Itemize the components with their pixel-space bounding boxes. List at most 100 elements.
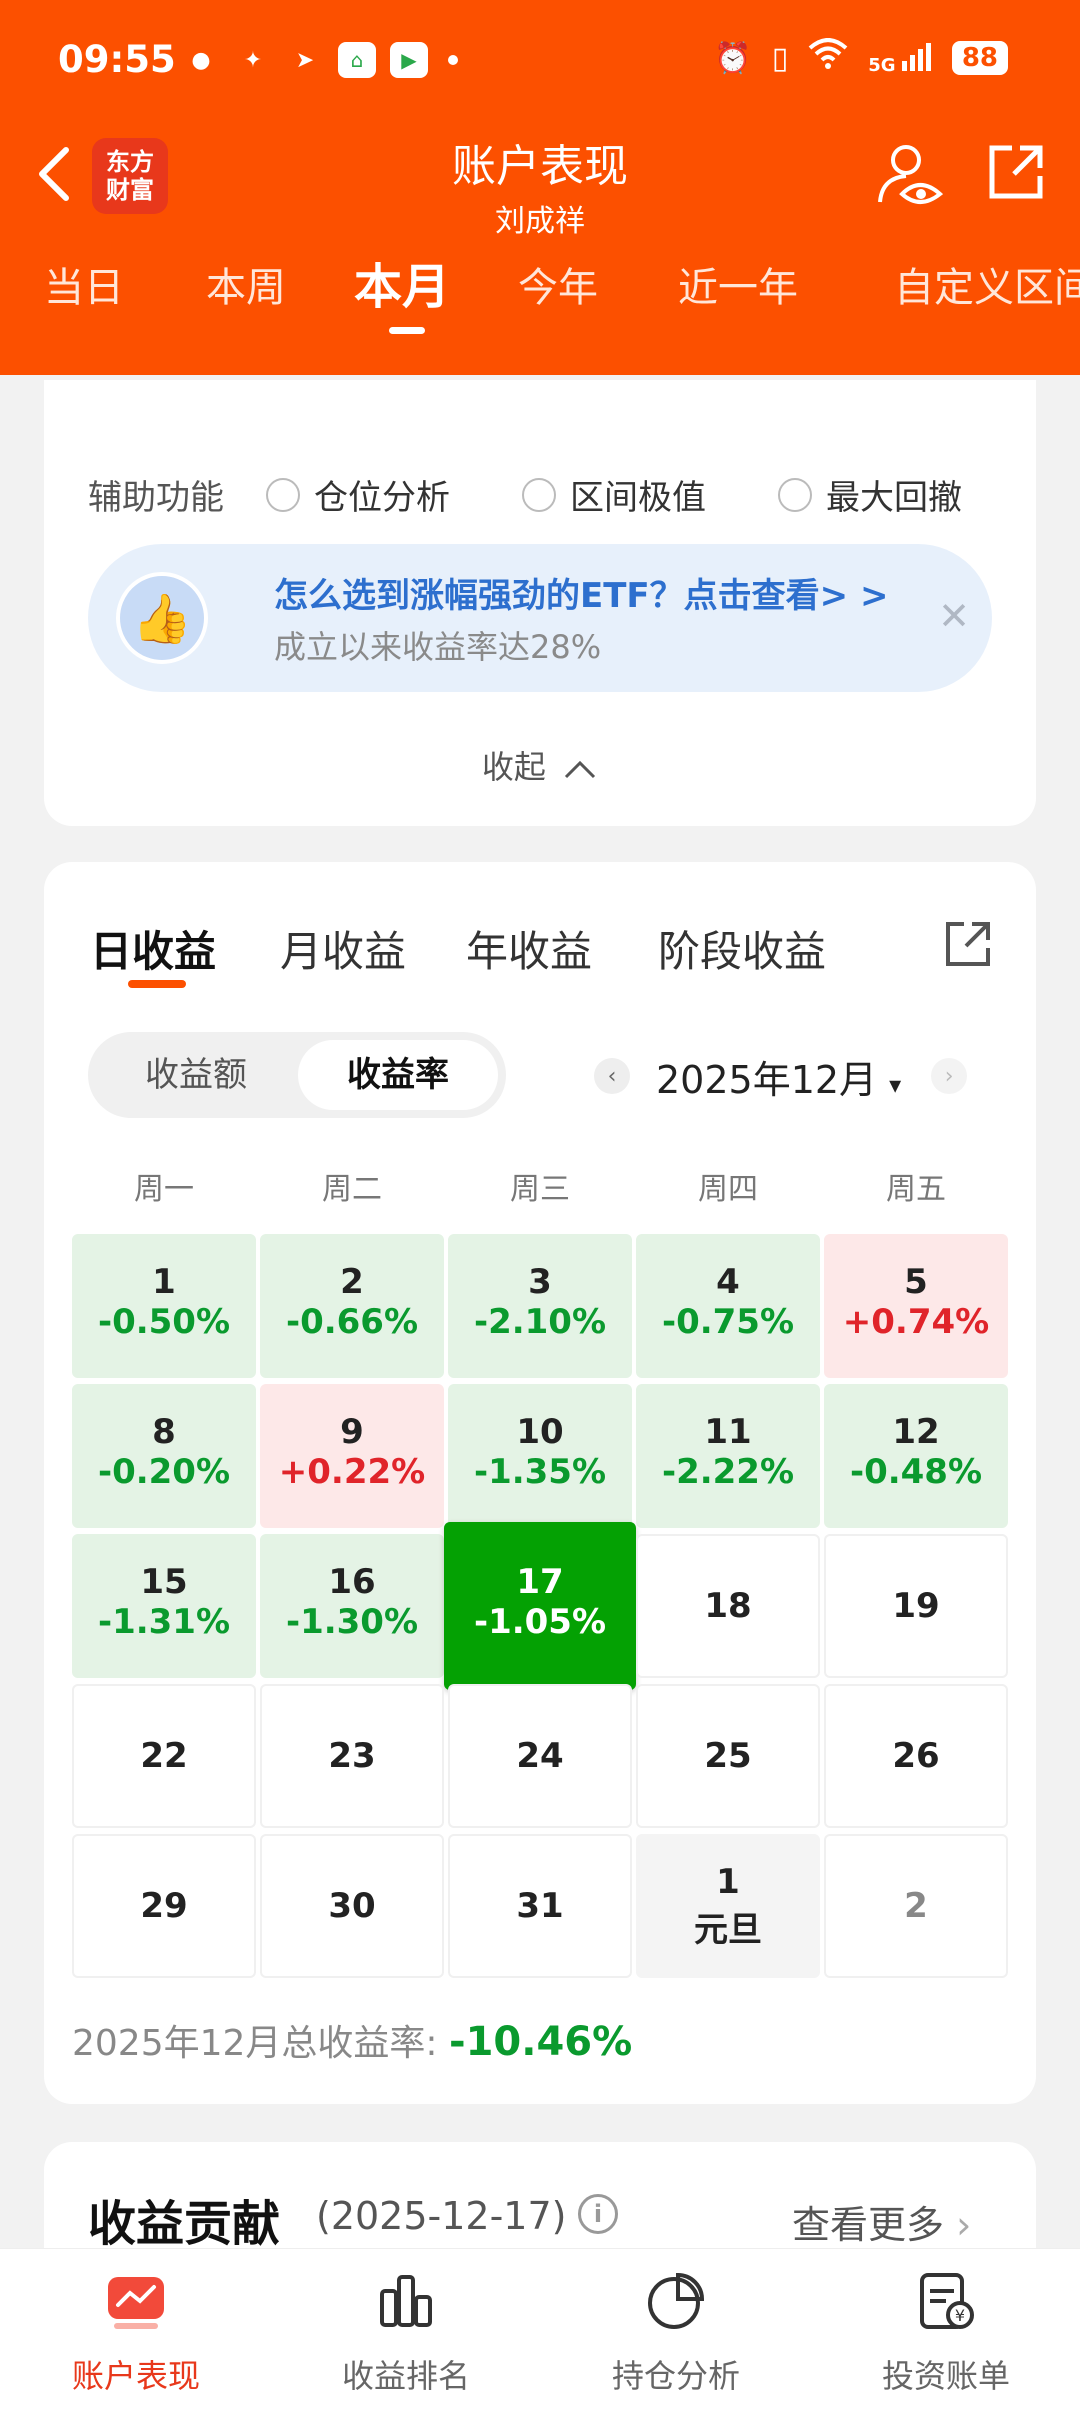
income-card: 日收益 月收益 年收益 阶段收益 收益额 收益率 ‹ 2025年12月 ▾ › …: [44, 862, 1036, 2104]
day-number: 23: [328, 1736, 376, 1776]
radio-range-extremes[interactable]: 区间极值: [522, 470, 706, 519]
collapse-button[interactable]: 收起: [44, 742, 1036, 788]
nav-holdings-analysis[interactable]: 持仓分析: [566, 2269, 786, 2397]
calendar-day[interactable]: 26: [824, 1684, 1008, 1828]
calendar-day[interactable]: 19: [824, 1534, 1008, 1678]
signal-icon: 5G: [868, 41, 932, 76]
weekday-label: 周四: [698, 1172, 758, 1207]
radio-label: 最大回撤: [826, 478, 962, 518]
view-more-label: 查看更多: [792, 2203, 945, 2247]
share-icon[interactable]: [984, 140, 1048, 204]
weekday-label: 周三: [510, 1172, 570, 1207]
calendar-day[interactable]: 31: [448, 1834, 632, 1978]
tab-custom-range[interactable]: 自定义区间: [894, 255, 1080, 313]
day-number: 11: [704, 1412, 752, 1452]
day-number: 24: [516, 1736, 564, 1776]
calendar-day[interactable]: 11 -2.22%: [636, 1384, 820, 1528]
day-return: -2.22%: [661, 1452, 795, 1492]
calendar-day[interactable]: 25: [636, 1684, 820, 1828]
day-number: 4: [716, 1262, 740, 1302]
day-number: 10: [516, 1412, 564, 1452]
etf-promo-banner[interactable]: 👍 怎么选到涨幅强劲的ETF？点击查看> > 成立以来收益率达28% ✕: [88, 544, 992, 692]
day-return: -0.20%: [97, 1452, 231, 1492]
day-number: 30: [328, 1886, 376, 1926]
next-month-button[interactable]: ›: [931, 1058, 968, 1094]
nav-investment-bill[interactable]: ¥ 投资账单: [836, 2269, 1056, 2397]
calendar-day[interactable]: 23: [260, 1684, 444, 1828]
tab-yearly-income[interactable]: 年收益: [466, 918, 592, 979]
nav-income-ranking[interactable]: 收益排名: [296, 2269, 516, 2397]
calendar-day[interactable]: 10 -1.35%: [448, 1384, 632, 1528]
tab-last-year[interactable]: 近一年: [678, 255, 798, 313]
radio-max-drawdown[interactable]: 最大回撤: [778, 470, 962, 519]
day-number: 19: [892, 1586, 940, 1626]
calendar-day[interactable]: 2: [824, 1834, 1008, 1978]
day-number: 2: [904, 1886, 928, 1926]
value-type-toggle: 收益额 收益率: [88, 1032, 506, 1118]
calendar-day[interactable]: 30: [260, 1834, 444, 1978]
day-number: 25: [704, 1736, 752, 1776]
tab-this-week[interactable]: 本周: [206, 255, 286, 313]
weekday-label: 周一: [134, 1172, 194, 1207]
aux-functions: 辅助功能 仓位分析 区间极值 最大回撤: [88, 470, 1034, 519]
promo-title: 怎么选到涨幅强劲的ETF？点击查看> >: [274, 576, 889, 616]
radio-position-analysis[interactable]: 仓位分析: [266, 470, 450, 519]
calendar-day[interactable]: 8 -0.20%: [72, 1384, 256, 1528]
tab-this-month[interactable]: 本月: [354, 247, 450, 317]
status-bar: 09:55 ● ✦ ➤ ⌂ ▶ ⏰ ▯ 5G 88: [0, 30, 1080, 94]
aux-label: 辅助功能: [88, 478, 224, 518]
radio-circle: [522, 477, 556, 512]
telegram-icon: ➤: [295, 47, 315, 73]
toggle-rate[interactable]: 收益率: [298, 1040, 498, 1110]
day-return: -1.05%: [473, 1602, 607, 1642]
app-icon: ✦: [243, 47, 263, 73]
privacy-eye-icon[interactable]: [874, 140, 944, 210]
radio-label: 区间极值: [570, 478, 706, 518]
wechat-icon: ●: [191, 47, 211, 73]
calendar-day[interactable]: 16 -1.30%: [260, 1534, 444, 1678]
calendar-day[interactable]: 2 -0.66%: [260, 1234, 444, 1378]
calendar-day[interactable]: 5 +0.74%: [824, 1234, 1008, 1378]
day-number: 9: [340, 1412, 364, 1452]
day-return: -0.48%: [849, 1452, 983, 1492]
total-label: 2025年12月总收益率:: [72, 2023, 449, 2064]
month-label: 2025年12月: [656, 1057, 878, 1102]
close-icon[interactable]: ✕: [938, 594, 970, 638]
tab-this-year[interactable]: 今年: [518, 255, 598, 313]
month-dropdown[interactable]: 2025年12月 ▾: [656, 1049, 901, 1104]
calendar-day[interactable]: 18: [636, 1534, 820, 1678]
day-return: -2.10%: [473, 1302, 607, 1342]
calendar-day[interactable]: 3 -2.10%: [448, 1234, 632, 1378]
day-return: -1.31%: [97, 1602, 231, 1642]
toggle-amount[interactable]: 收益额: [96, 1040, 296, 1110]
day-number: 31: [516, 1886, 564, 1926]
calendar-day[interactable]: 1 -0.50%: [72, 1234, 256, 1378]
view-more-link[interactable]: 查看更多 ›: [792, 2194, 971, 2249]
calendar-day-selected[interactable]: 17 -1.05%: [444, 1522, 636, 1690]
calendar-day[interactable]: 12 -0.48%: [824, 1384, 1008, 1528]
promo-subtitle: 成立以来收益率达28%: [274, 628, 602, 666]
calendar-day[interactable]: 4 -0.75%: [636, 1234, 820, 1378]
calendar-day[interactable]: 29: [72, 1834, 256, 1978]
day-number: 26: [892, 1736, 940, 1776]
tab-period-income[interactable]: 阶段收益: [658, 918, 826, 979]
tab-monthly-income[interactable]: 月收益: [280, 918, 406, 979]
trend-chart-icon: [108, 2277, 164, 2329]
calendar-day[interactable]: 9 +0.22%: [260, 1384, 444, 1528]
tab-today[interactable]: 当日: [44, 255, 124, 313]
radio-circle: [266, 477, 300, 512]
day-return: +0.22%: [278, 1452, 426, 1492]
vibrate-icon: ▯: [771, 40, 789, 76]
prev-month-button[interactable]: ‹: [594, 1058, 630, 1094]
calendar-day[interactable]: 22: [72, 1684, 256, 1828]
calendar-day[interactable]: 24: [448, 1684, 632, 1828]
nav-account-performance[interactable]: 账户表现: [26, 2269, 246, 2397]
calendar-day[interactable]: 1 元旦: [636, 1834, 820, 1978]
calendar-day[interactable]: 15 -1.31%: [72, 1534, 256, 1678]
home-app-icon: ⌂: [338, 42, 376, 78]
header: 09:55 ● ✦ ➤ ⌂ ▶ ⏰ ▯ 5G 88 东方 财富 账户表现 刘成祥…: [0, 0, 1080, 375]
share-icon[interactable]: [942, 918, 994, 970]
radio-label: 仓位分析: [314, 478, 450, 518]
info-icon[interactable]: i: [578, 2194, 618, 2234]
tab-daily-income[interactable]: 日收益: [90, 918, 216, 979]
